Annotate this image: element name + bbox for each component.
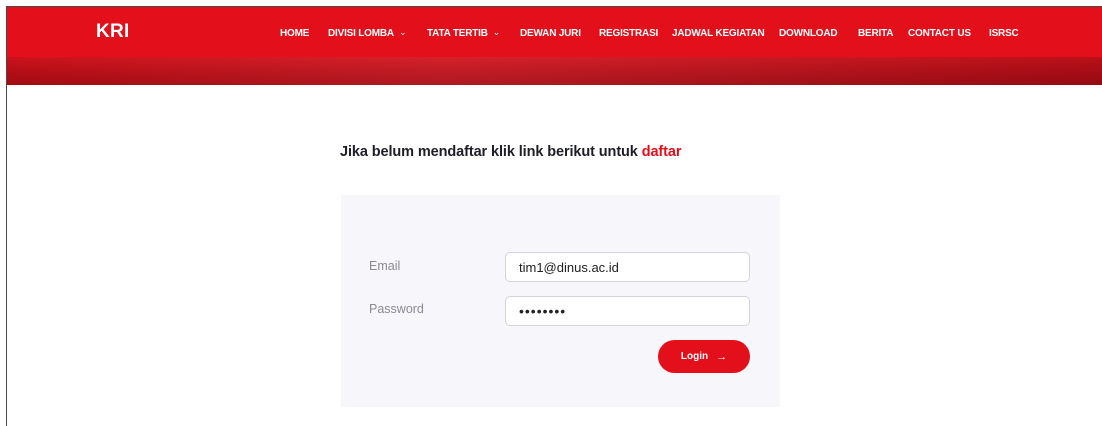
password-label: Password [369, 302, 424, 316]
chevron-down-icon: ⌄ [398, 27, 407, 37]
nav-label: DEWAN JURI [520, 28, 581, 39]
nav-item-contact-us[interactable]: CONTACT US [908, 28, 971, 39]
navbar: KRI HOME DIVISI LOMBA ⌄ TATA TERTIB ⌄ DEWA… [7, 7, 1102, 57]
nav-label: TATA TERTIB [427, 28, 488, 39]
chevron-down-icon: ⌄ [492, 27, 501, 37]
email-label: Email [369, 259, 401, 273]
nav-item-divisi-lomba[interactable]: DIVISI LOMBA ⌄ [328, 27, 407, 39]
register-prompt-text: Jika belum mendaftar klik link berikut u… [340, 144, 642, 160]
login-button[interactable]: Login → [658, 340, 750, 373]
nav-label: HOME [280, 28, 310, 39]
nav-label: CONTACT US [908, 28, 971, 39]
login-form: Email Password Login → [341, 195, 780, 407]
nav-label: ISRSC [989, 28, 1019, 39]
nav-item-dewan-juri[interactable]: DEWAN JURI [520, 28, 581, 39]
nav-item-berita[interactable]: BERITA [858, 28, 893, 39]
nav-item-home[interactable]: HOME [280, 28, 309, 39]
nav-label: JADWAL KEGIATAN [672, 28, 765, 39]
nav-item-tata-tertib[interactable]: TATA TERTIB ⌄ [427, 27, 501, 39]
nav-label: DIVISI LOMBA [328, 28, 394, 39]
nav-label: DOWNLOAD [779, 28, 838, 39]
nav-item-isrsc[interactable]: ISRSC [989, 28, 1019, 39]
email-field[interactable] [505, 252, 750, 282]
nav-label: REGISTRASI [599, 28, 659, 39]
arrow-right-icon: → [716, 350, 728, 363]
nav-item-download[interactable]: DOWNLOAD [779, 28, 838, 39]
register-prompt: Jika belum mendaftar klik link berikut u… [340, 144, 681, 160]
nav-item-jadwal-kegiatan[interactable]: JADWAL KEGIATAN [672, 28, 765, 39]
brand-logo[interactable]: KRI [96, 21, 130, 43]
login-button-label: Login [680, 351, 709, 362]
password-field[interactable] [505, 296, 750, 326]
nav-item-registrasi[interactable]: REGISTRASI [599, 28, 658, 39]
nav-label: BERITA [858, 28, 894, 39]
page-banner [7, 57, 1102, 85]
register-link[interactable]: daftar [642, 144, 682, 160]
